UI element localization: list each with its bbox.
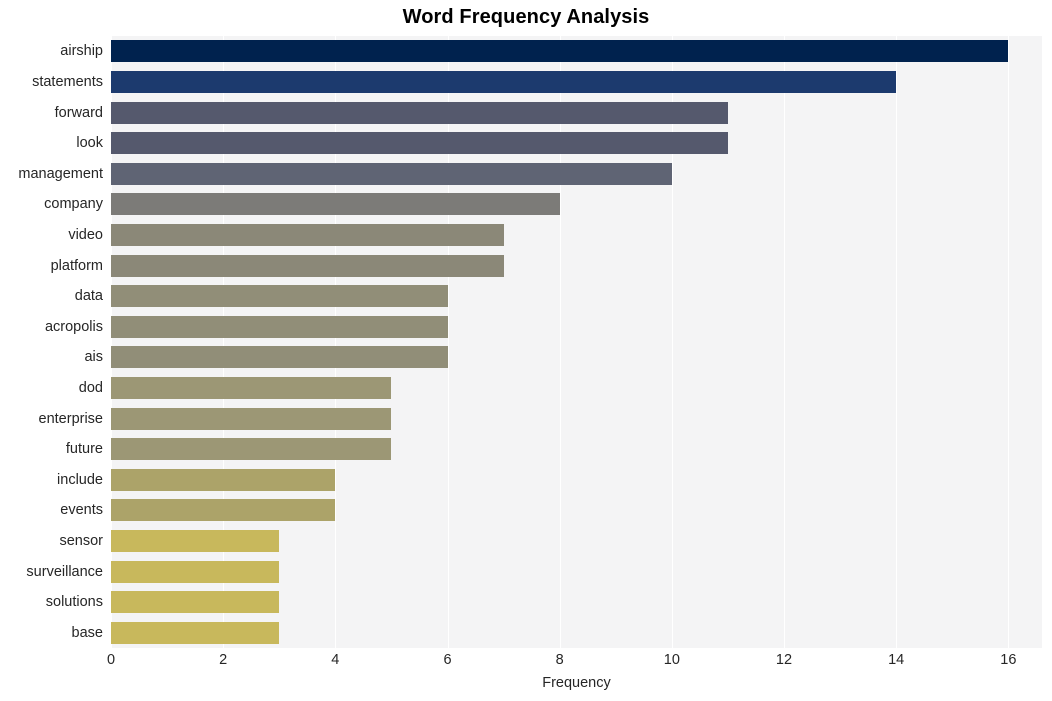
x-axis-tick-label: 10	[663, 652, 680, 668]
bar	[111, 223, 504, 246]
y-axis-tick-label: video	[68, 226, 103, 243]
bar	[111, 591, 280, 614]
y-axis-tick-label: solutions	[45, 594, 103, 611]
y-axis-tick-label: surveillance	[26, 563, 103, 580]
bar	[111, 40, 1009, 63]
x-axis-tick-label: 8	[555, 652, 564, 668]
bar	[111, 621, 280, 644]
word-frequency-chart: Word Frequency Analysis airship statement…	[0, 0, 1052, 701]
bar	[111, 70, 897, 93]
bar	[111, 529, 280, 552]
bar	[111, 315, 448, 338]
y-axis-tick-label: base	[71, 624, 103, 641]
bar	[111, 376, 392, 399]
bar	[111, 132, 728, 155]
x-axis-tick-label: 6	[443, 652, 452, 668]
y-axis-tick-label: ais	[84, 349, 103, 366]
y-axis-tick-label: forward	[54, 104, 103, 121]
y-axis-tick-label: platform	[50, 257, 103, 274]
x-axis-tick-label: 14	[888, 652, 905, 668]
y-axis-tick-label: enterprise	[38, 410, 103, 427]
plot-area	[111, 36, 1042, 648]
y-axis-tick-label: acropolis	[44, 318, 103, 335]
bar	[111, 193, 560, 216]
y-axis-tick-label: future	[65, 441, 103, 458]
y-axis-tick-label: data	[74, 288, 103, 305]
x-axis-tick-label: 4	[331, 652, 340, 668]
bar	[111, 407, 392, 430]
bar	[111, 346, 448, 369]
y-axis-tick-label: airship	[60, 43, 103, 60]
x-axis-tick-label: 0	[106, 652, 116, 668]
bar-series	[111, 36, 1042, 648]
y-axis-tick-label: look	[76, 135, 103, 152]
y-axis-tick-labels: airship statements forward look management co…	[0, 36, 103, 648]
x-axis-tick-label: 2	[219, 652, 228, 668]
y-axis-tick-label: dod	[78, 379, 103, 396]
y-axis-tick-label: statements	[32, 73, 103, 90]
bar	[111, 254, 504, 277]
x-axis-tick-label: 12	[775, 652, 793, 668]
y-axis-tick-label: sensor	[59, 532, 103, 549]
x-axis-label: Frequency	[542, 675, 611, 691]
bar	[111, 468, 336, 491]
chart-title: Word Frequency Analysis	[402, 6, 650, 28]
x-axis-tick-label: 16	[1000, 652, 1017, 668]
y-axis-tick-label: include	[57, 471, 103, 488]
bar	[111, 560, 280, 583]
bar	[111, 438, 392, 461]
bar	[111, 101, 728, 124]
y-axis-tick-label: events	[60, 502, 103, 519]
bar	[111, 162, 672, 185]
y-axis-tick-label: company	[44, 196, 103, 213]
bar	[111, 285, 448, 308]
bar	[111, 499, 336, 522]
x-axis-tick-labels: 0 2 4 6 8 10 12 14 16	[0, 652, 1052, 674]
y-axis-tick-label: management	[18, 165, 103, 182]
